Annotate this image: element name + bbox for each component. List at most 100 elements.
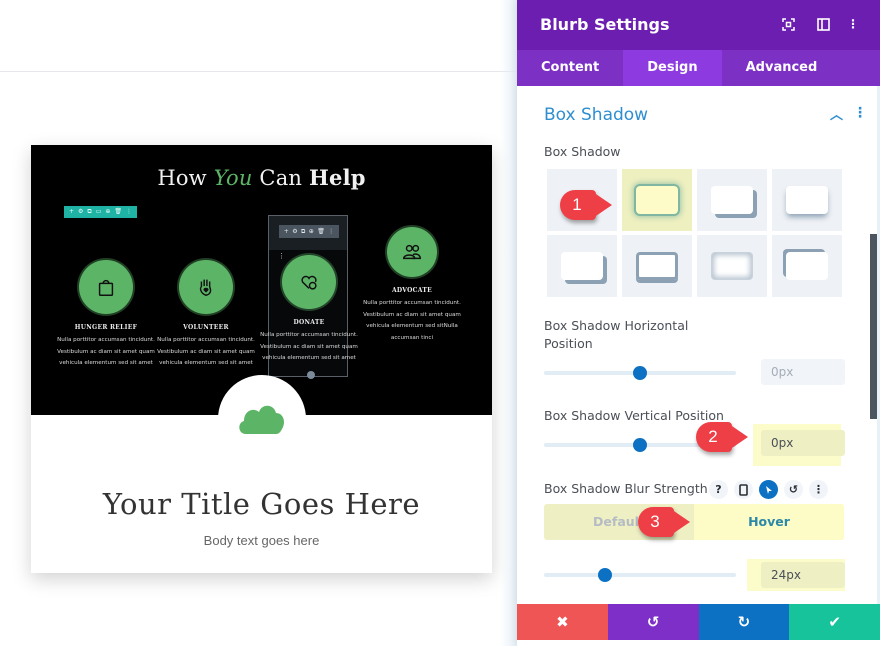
preset-preview <box>786 252 828 280</box>
reset-icon[interactable]: ↺ <box>784 480 803 499</box>
hero-title-accent: You <box>213 166 253 190</box>
help-icon[interactable]: ? <box>709 480 728 499</box>
column-title: HUNGER RELIEF <box>74 324 138 331</box>
box-shadow-presets <box>547 169 843 297</box>
heart-coin-icon <box>282 255 336 309</box>
box-shadow-label: Box Shadow <box>544 144 621 159</box>
blur-strength-slider[interactable] <box>544 568 736 582</box>
preset-preview <box>786 186 828 214</box>
panel-tabs: Content Design Advanced <box>517 50 880 86</box>
column-body: Nulla porttitor accumsan tincidunt. Vest… <box>363 300 461 341</box>
row-toolbar[interactable]: + ⚙ ⧉ ▭ ⊕ 🗑 ⋮ <box>64 206 137 218</box>
sidebar-toggle-icon[interactable] <box>814 15 832 33</box>
module-toolbar[interactable]: + ⚙ ⧉ ⊕ 🗑 ⋮ <box>279 225 339 238</box>
trash-icon[interactable]: 🗑 <box>317 225 325 238</box>
column-body: Nulla porttitor accumsan tincidunt. Vest… <box>260 332 358 361</box>
chevron-up-icon[interactable]: ︿ <box>830 104 843 123</box>
section-more-icon[interactable]: ⋮ <box>853 105 867 121</box>
blurb-card[interactable]: How You Can Help + ⚙ ⧉ ▭ ⊕ 🗑 ⋮ HUNGER RE… <box>31 145 492 573</box>
column-hunger-relief[interactable]: HUNGER RELIEF Nulla porttitor accumsan t… <box>56 260 156 370</box>
label-line: Box Shadow Horizontal <box>544 318 689 333</box>
page: i How You Can Help + ⚙ ⧉ ▭ ⊕ 🗑 ⋮ HUNGER … <box>0 0 880 646</box>
label-line: Position <box>544 336 593 351</box>
preset-offset-hard[interactable] <box>547 235 617 297</box>
horizontal-position-slider[interactable] <box>544 366 736 380</box>
hero-title: How You Can Help <box>31 165 492 190</box>
trash-icon[interactable]: 🗑 <box>114 206 122 218</box>
hero-title-bold: Help <box>309 165 366 190</box>
callout-number: 3 <box>650 512 660 531</box>
panel-title: Blurb Settings <box>540 15 670 34</box>
column-donate[interactable]: DONATE Nulla porttitor accumsan tincidun… <box>259 255 359 365</box>
settings-panel: Blurb Settings ⋮ Content Design Advanced… <box>517 0 880 646</box>
gear-icon[interactable]: ⚙ <box>292 225 297 238</box>
preset-outer-glow[interactable] <box>622 169 692 231</box>
preset-bottom-soft[interactable] <box>772 169 842 231</box>
expand-icon[interactable] <box>779 15 797 33</box>
gear-icon[interactable]: ⚙ <box>78 206 83 218</box>
column-title: VOLUNTEER <box>183 324 229 331</box>
panel-footer: ✖ ↺ ↻ ✔ <box>517 604 880 640</box>
blur-strength-input[interactable]: 24px <box>761 562 845 588</box>
save-to-library-icon[interactable]: ⊕ <box>309 225 314 238</box>
horizontal-position-input[interactable]: 0px <box>761 359 845 385</box>
column-advocate[interactable]: ADVOCATE Nulla porttitor accumsan tincid… <box>362 227 462 344</box>
column-title: DONATE <box>293 319 325 326</box>
panel-header: Blurb Settings ⋮ <box>517 0 880 50</box>
slider-knob[interactable] <box>633 366 647 380</box>
tab-design[interactable]: Design <box>623 50 722 86</box>
add-icon[interactable]: + <box>284 225 289 238</box>
add-module-icon[interactable] <box>307 371 315 379</box>
callout-number: 2 <box>708 427 718 446</box>
tab-content[interactable]: Content <box>517 50 623 86</box>
column-volunteer[interactable]: VOLUNTEER Nulla porttitor accumsan tinci… <box>156 260 256 370</box>
hero-title-part: How <box>157 166 214 190</box>
topbar-text-fragment: i <box>0 24 1 50</box>
cursor-icon[interactable] <box>759 480 778 499</box>
blur-strength-label: Box Shadow Blur Strength <box>544 481 708 496</box>
more-icon[interactable]: ⋮ <box>328 225 334 238</box>
preset-preview <box>711 186 753 214</box>
blurb-body: Body text goes here <box>203 533 320 548</box>
builder-topbar: i <box>0 0 517 72</box>
duplicate-icon[interactable]: ⧉ <box>87 206 91 218</box>
cancel-button[interactable]: ✖ <box>517 604 608 640</box>
duplicate-icon[interactable]: ⧉ <box>301 225 305 238</box>
save-button[interactable]: ✔ <box>789 604 880 640</box>
panel-shadow-edge <box>500 0 517 646</box>
blurb-title: Your Title Goes Here <box>102 487 421 521</box>
horizontal-position-label: Box Shadow Horizontal Position <box>544 317 688 353</box>
preset-bottom-right[interactable] <box>697 169 767 231</box>
preset-preview <box>711 252 753 280</box>
callout-number: 1 <box>572 195 582 214</box>
cloud-icon <box>239 405 284 434</box>
preset-top-left[interactable] <box>772 235 842 297</box>
people-icon <box>387 227 437 277</box>
redo-button[interactable]: ↻ <box>698 604 790 640</box>
column-title: ADVOCATE <box>391 287 433 294</box>
phone-icon[interactable] <box>734 480 753 499</box>
more-icon[interactable]: ⋮ <box>809 480 828 499</box>
column-body: Nulla porttitor accumsan tincidunt. Vest… <box>57 337 155 366</box>
preset-preview <box>636 186 678 214</box>
save-to-library-icon[interactable]: ⊕ <box>105 206 110 218</box>
columns-icon[interactable]: ▭ <box>96 206 102 218</box>
vertical-position-input[interactable]: 0px <box>761 430 845 456</box>
preset-inset[interactable] <box>697 235 767 297</box>
add-icon[interactable]: + <box>69 206 74 218</box>
undo-button[interactable]: ↺ <box>607 604 699 640</box>
more-icon[interactable]: ⋮ <box>126 206 132 218</box>
state-toggle: Default Hover <box>544 504 844 540</box>
preset-border[interactable] <box>622 235 692 297</box>
panel-body: Box Shadow ︿ ⋮ Box Shadow Box Shadow Hor… <box>517 86 880 604</box>
more-options-icon[interactable]: ⋮ <box>844 15 862 33</box>
field-options: ? ↺ ⋮ <box>709 480 828 499</box>
preset-preview <box>636 252 678 280</box>
section-title[interactable]: Box Shadow <box>544 105 648 125</box>
tab-advanced[interactable]: Advanced <box>722 50 842 86</box>
slider-knob[interactable] <box>633 438 647 452</box>
scrollbar-thumb[interactable] <box>870 234 877 419</box>
toggle-hover[interactable]: Hover <box>694 504 844 540</box>
slider-knob[interactable] <box>598 568 613 582</box>
column-body: Nulla porttitor accumsan tincidunt. Vest… <box>157 337 255 366</box>
